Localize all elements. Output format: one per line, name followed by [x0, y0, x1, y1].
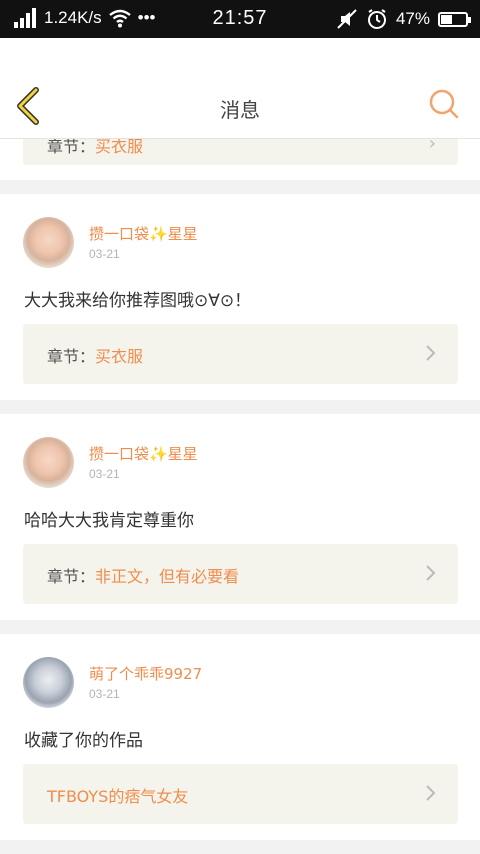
username[interactable]: 萌了个乖乖9927 — [89, 663, 202, 684]
page-title: 消息 — [220, 98, 260, 122]
status-bar: 1.24K/s ••• 21:57 47% — [0, 0, 480, 38]
avatar[interactable] — [23, 217, 74, 268]
work-title: TFBOYS的痞气女友 — [47, 787, 189, 806]
chapter-link[interactable]: 章节：买衣服 — [23, 324, 458, 384]
username[interactable]: 攒一口袋✨星星 — [89, 443, 198, 464]
work-link[interactable]: TFBOYS的痞气女友 — [23, 764, 458, 824]
chapter-link[interactable]: 章节：非正文，但有必要看 — [23, 544, 458, 604]
avatar[interactable] — [23, 437, 74, 488]
message-list[interactable]: 章节：买衣服 › 攒一口袋✨星星 03-21 大大我来给你推荐图哦⊙∀⊙！ 章节… — [0, 139, 480, 854]
chapter-link[interactable]: 章节：买衣服 › — [23, 139, 458, 165]
list-item: 攒一口袋✨星星 03-21 大大我来给你推荐图哦⊙∀⊙！ 章节：买衣服 — [0, 194, 480, 400]
battery-icon — [438, 11, 471, 27]
battery-percent: 47% — [395, 9, 430, 28]
message-text: 大大我来给你推荐图哦⊙∀⊙！ — [24, 291, 252, 311]
message-date: 03-21 — [89, 467, 120, 481]
list-item: 章节：买衣服 › — [0, 139, 480, 180]
message-date: 03-21 — [89, 247, 120, 261]
list-item: 萌了个乖乖9927 03-21 收藏了你的作品 TFBOYS的痞气女友 — [0, 634, 480, 840]
chevron-right-icon — [426, 785, 436, 801]
chapter-label: 章节：买衣服 — [47, 347, 144, 366]
avatar[interactable] — [23, 657, 74, 708]
username[interactable]: 攒一口袋✨星星 — [89, 223, 198, 244]
message-text: 哈哈大大我肯定尊重你 — [24, 511, 194, 531]
nav-header: 消息 — [0, 38, 480, 139]
chevron-right-icon — [426, 565, 436, 581]
list-item: 攒一口袋✨星星 03-21 哈哈大大我肯定尊重你 章节：非正文，但有必要看 — [0, 414, 480, 620]
chapter-label: 章节：非正文，但有必要看 — [47, 567, 240, 586]
status-right: 47% — [336, 8, 471, 30]
message-text: 收藏了你的作品 — [24, 731, 143, 751]
chevron-right-icon: › — [428, 139, 436, 154]
message-date: 03-21 — [89, 687, 120, 701]
mute-icon — [337, 9, 357, 29]
alarm-icon — [367, 9, 386, 29]
search-icon[interactable] — [428, 88, 460, 120]
chapter-label: 章节：买衣服 — [47, 139, 144, 156]
chevron-right-icon — [426, 345, 436, 361]
